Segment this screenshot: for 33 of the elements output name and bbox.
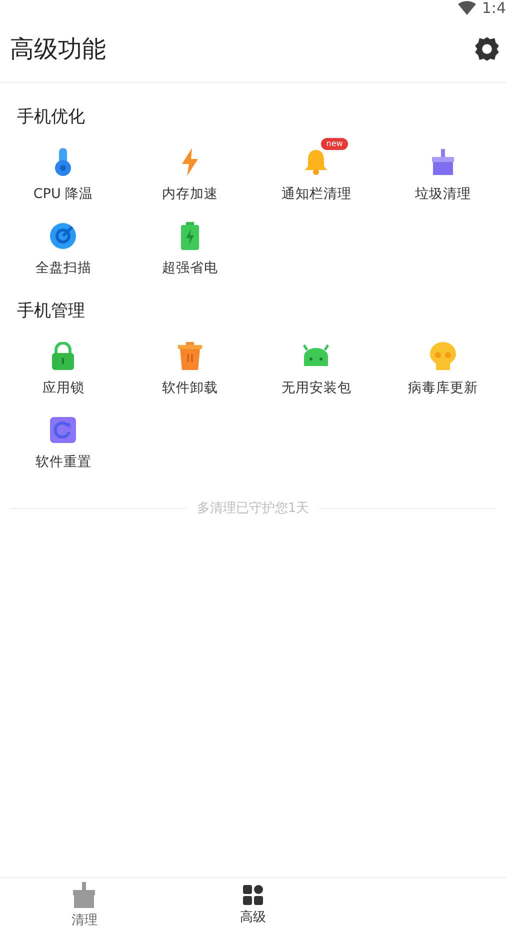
lock-icon (51, 342, 76, 370)
broom-icon (72, 882, 96, 908)
nav-tab[interactable]: 高级 (168, 878, 338, 932)
nav-tab[interactable]: 清理 (0, 878, 169, 932)
page-title: 高级功能 (10, 34, 106, 65)
grid-icon (242, 884, 263, 904)
wifi-icon (458, 1, 476, 15)
robot-icon (303, 344, 330, 368)
new-badge: new (321, 138, 348, 150)
reset-icon (50, 417, 76, 443)
feature-label[interactable]: 超强省电 (162, 259, 218, 277)
feature-label[interactable]: 通知栏清理 (281, 185, 352, 203)
section-title: 手机管理 (16, 300, 86, 323)
protection-note: 多清理已守护您1天 (196, 500, 310, 517)
feature-label[interactable]: CPU 降温 (33, 185, 94, 203)
status-time: 1:4 (482, 0, 506, 17)
scan-icon (49, 222, 78, 250)
settings-icon[interactable] (474, 36, 500, 62)
feature-label[interactable]: 内存加速 (162, 185, 218, 203)
feature-label[interactable]: 病毒库更新 (408, 379, 478, 397)
feature-label[interactable]: 应用锁 (42, 379, 84, 397)
feature-label[interactable]: 全盘扫描 (35, 259, 92, 277)
lightning-icon (180, 148, 200, 176)
trash-icon (178, 342, 202, 370)
feature-label[interactable]: 无用安装包 (281, 379, 352, 397)
section-title: 手机优化 (16, 106, 86, 129)
feature-label[interactable]: 软件重置 (35, 453, 92, 471)
feature-label[interactable]: 软件卸载 (162, 379, 218, 397)
feature-label[interactable]: 垃圾清理 (414, 185, 471, 203)
battery-icon (180, 222, 200, 250)
skull-icon (430, 342, 456, 370)
bell-icon (304, 149, 328, 175)
broom-icon (430, 149, 455, 175)
